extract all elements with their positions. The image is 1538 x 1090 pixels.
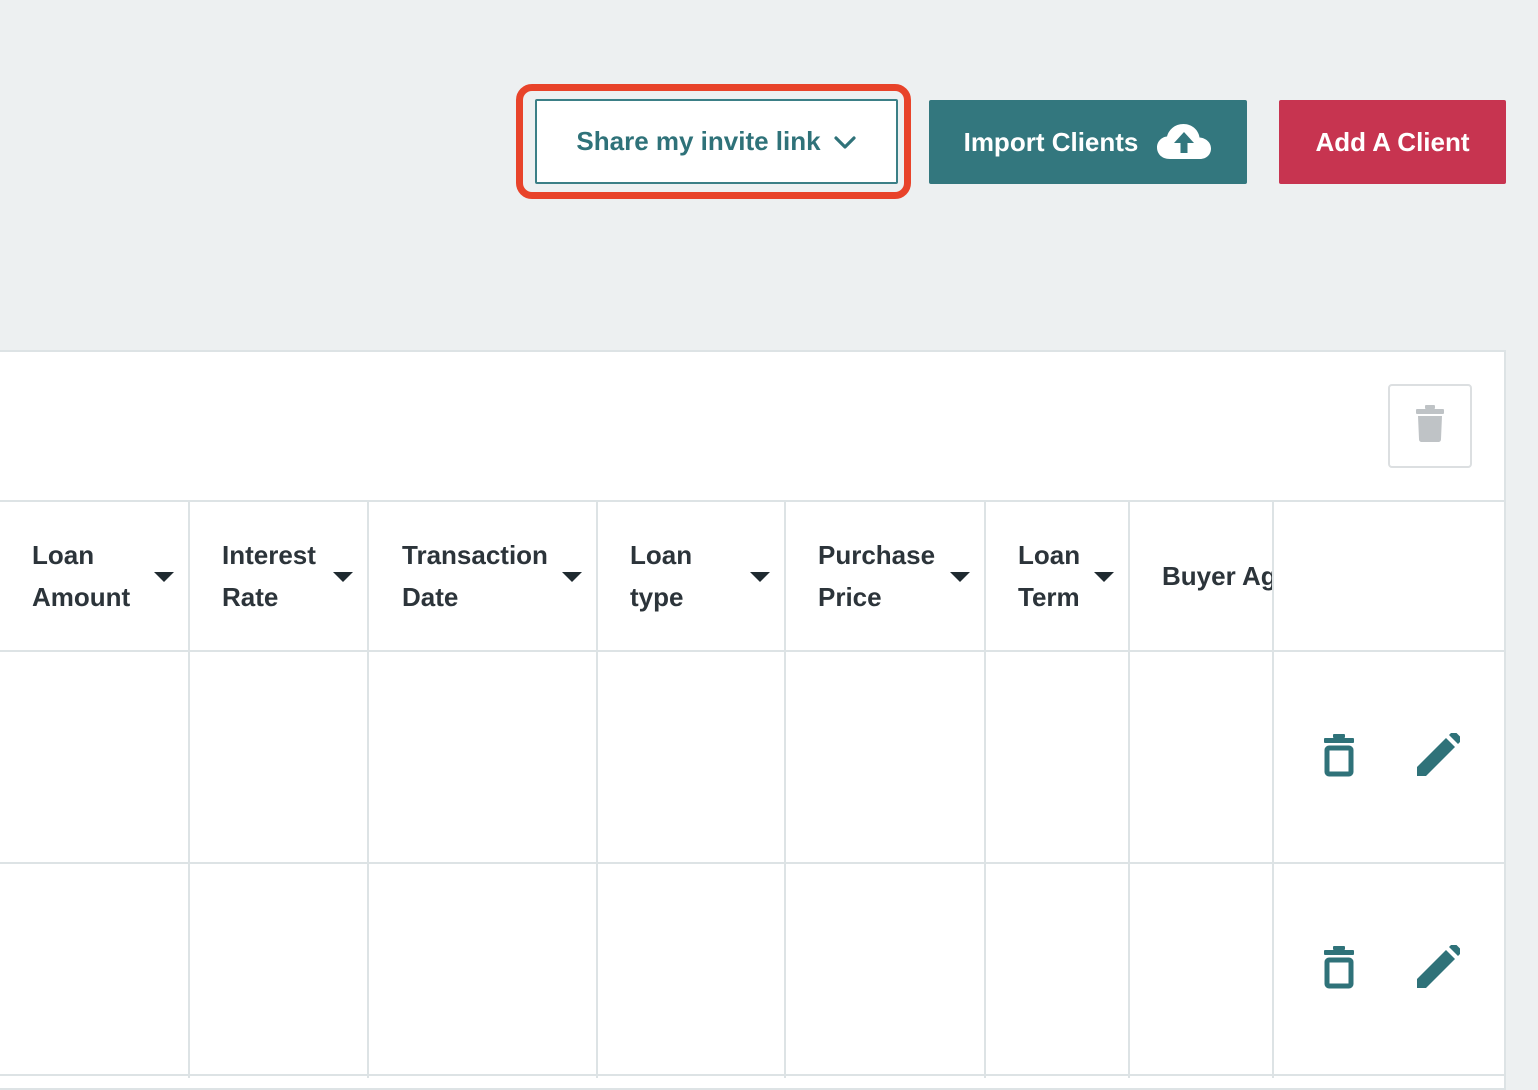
pencil-icon (1416, 730, 1462, 782)
table-row-border (0, 862, 1506, 864)
column-header-label: Loan Term (1018, 540, 1081, 612)
trash-outline-icon (1322, 945, 1356, 994)
table-row-border (0, 1074, 1506, 1076)
column-divider (784, 501, 786, 1078)
column-header-label: Loan type (630, 540, 693, 612)
chevron-down-icon (833, 134, 857, 150)
column-header-loan-amount[interactable]: Loan Amount (32, 501, 188, 651)
trash-icon (1416, 404, 1444, 448)
clients-table-panel (0, 350, 1506, 1090)
sort-caret-icon[interactable] (950, 572, 970, 582)
column-divider (1128, 501, 1130, 1078)
row-delete-button[interactable] (1309, 727, 1369, 787)
sort-caret-icon[interactable] (333, 572, 353, 582)
column-divider (1272, 501, 1274, 1078)
column-header-loan-term[interactable]: Loan Term (1018, 501, 1128, 651)
import-clients-button[interactable]: Import Clients (929, 100, 1247, 184)
row-delete-button[interactable] (1309, 939, 1369, 999)
pencil-icon (1416, 942, 1462, 994)
import-clients-label: Import Clients (963, 126, 1139, 157)
column-header-label: Purchase Price (818, 540, 936, 612)
column-header-label: Buyer Ag (1162, 561, 1272, 591)
sort-caret-icon[interactable] (562, 572, 582, 582)
column-divider (188, 501, 190, 1078)
row-edit-button[interactable] (1408, 939, 1468, 999)
trash-outline-icon (1322, 733, 1356, 782)
column-divider (984, 501, 986, 1078)
row-edit-button[interactable] (1408, 727, 1468, 787)
column-header-label: Interest Rate (222, 540, 316, 612)
column-header-interest-rate[interactable]: Interest Rate (222, 501, 367, 651)
column-divider (596, 501, 598, 1078)
column-header-loan-type[interactable]: Loan type (630, 501, 784, 651)
add-client-button[interactable]: Add A Client (1279, 100, 1506, 184)
share-invite-link-button[interactable]: Share my invite link (535, 99, 898, 184)
bulk-delete-button[interactable] (1388, 384, 1472, 468)
sort-caret-icon[interactable] (154, 572, 174, 582)
column-divider (367, 501, 369, 1078)
sort-caret-icon[interactable] (750, 572, 770, 582)
column-header-label: Loan Amount (32, 540, 131, 612)
cloud-upload-icon (1156, 123, 1212, 161)
column-header-label: Transaction Date (402, 540, 548, 612)
sort-caret-icon[interactable] (1094, 572, 1114, 582)
column-header-transaction-date[interactable]: Transaction Date (402, 501, 596, 651)
add-client-label: Add A Client (1315, 126, 1470, 157)
column-header-purchase-price[interactable]: Purchase Price (818, 501, 984, 651)
share-invite-link-label: Share my invite link (576, 126, 821, 156)
column-header-buyer-agent[interactable]: Buyer Ag (1162, 501, 1272, 651)
